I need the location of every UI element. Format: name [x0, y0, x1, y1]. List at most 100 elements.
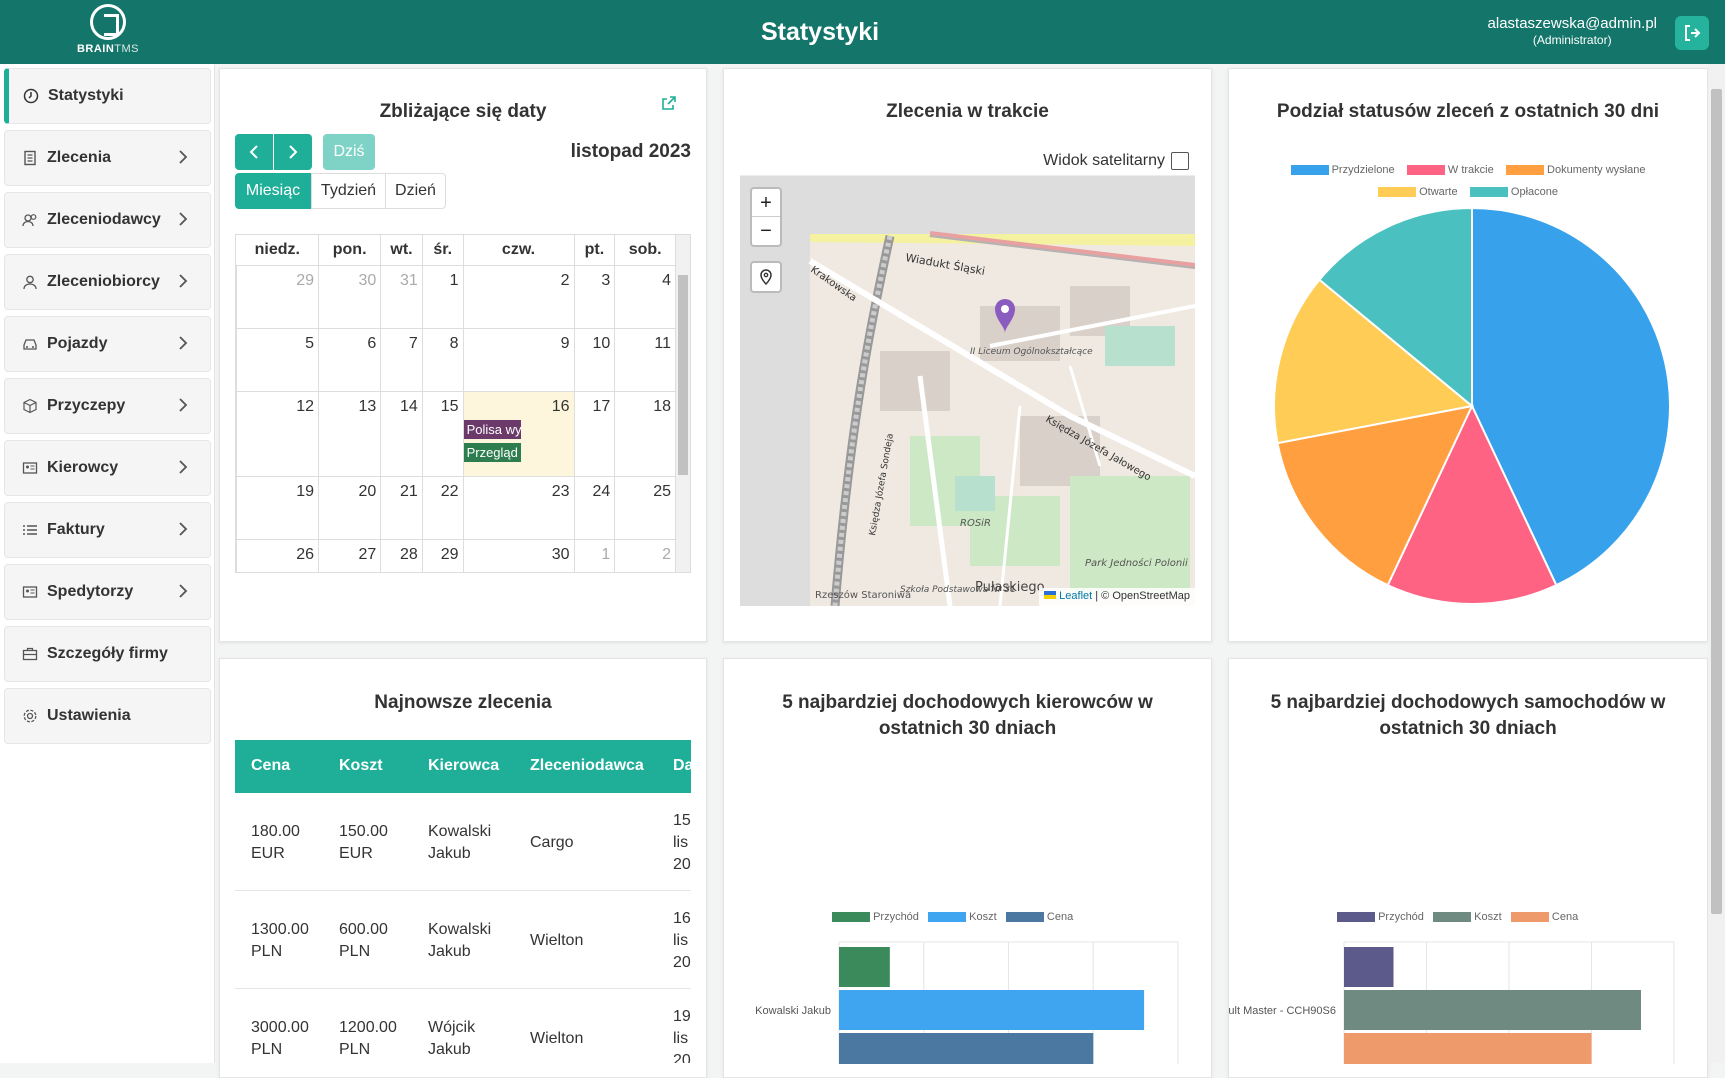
day-cell[interactable]: 28	[380, 538, 423, 572]
zoom-in-button[interactable]: +	[752, 189, 780, 217]
day-cell[interactable]: 14	[380, 390, 423, 477]
sidebar-item-szczegoly-firmy[interactable]: Szczegóły firmy	[4, 626, 211, 682]
day-cell[interactable]: 18	[614, 390, 676, 477]
prev-month-button[interactable]	[235, 134, 273, 170]
sidebar-item-pojazdy[interactable]: Pojazdy	[4, 316, 211, 372]
day-cell[interactable]: 2	[614, 538, 676, 572]
legend-item[interactable]: Dokumenty wysłane	[1505, 164, 1645, 176]
day-cell[interactable]: 25	[614, 475, 676, 540]
day-cell[interactable]: 9	[462, 327, 575, 392]
column-header[interactable]: Kierowca	[428, 757, 499, 775]
legend-item[interactable]: Przychód	[832, 911, 919, 923]
drivers-bar-chart[interactable]: Kowalski Jakub	[724, 934, 1213, 1064]
map-view[interactable]: Wiadukt Śląski Krakowska II Liceum Ogóln…	[740, 176, 1195, 606]
bar[interactable]	[1344, 990, 1641, 1030]
cars-bar-chart[interactable]: Renault Master - CCH90S6	[1229, 934, 1709, 1064]
legend-item[interactable]: Przychód	[1337, 911, 1424, 923]
sidebar-item-zleceniodawcy[interactable]: Zleceniodawcy	[4, 192, 211, 248]
map-attribution: Leaflet | © OpenStreetMap	[1039, 588, 1195, 606]
calendar-event[interactable]: Polisa wygasa	[463, 419, 521, 439]
satellite-checkbox[interactable]	[1171, 152, 1189, 170]
weekday-header: czw.	[463, 235, 575, 265]
satellite-label: Widok satelitarny	[1043, 152, 1165, 169]
sidebar-item-kierowcy[interactable]: Kierowcy	[4, 440, 211, 496]
day-cell[interactable]: 13	[318, 390, 382, 477]
day-cell[interactable]: 5	[236, 327, 320, 392]
sidebar-item-zleceniobiorcy[interactable]: Zleceniobiorcy	[4, 254, 211, 310]
column-header[interactable]: Zleceniodawca	[530, 757, 644, 775]
column-header[interactable]: Da	[673, 757, 691, 775]
leaflet-link[interactable]: Leaflet	[1059, 590, 1092, 602]
day-cell-today[interactable]: 16 Polisa wygasa Przegląd	[462, 390, 575, 477]
legend-item[interactable]: Otwarte	[1378, 186, 1458, 198]
external-link-icon[interactable]	[661, 95, 677, 111]
day-cell[interactable]: 30	[462, 538, 575, 572]
status-pie-chart[interactable]	[1272, 206, 1672, 606]
sidebar-item-ustawienia[interactable]: Ustawienia	[4, 688, 211, 744]
day-cell[interactable]: 8	[421, 327, 464, 392]
sidebar-item-przyczepy[interactable]: Przyczepy	[4, 378, 211, 434]
legend-item[interactable]: Przydzielone	[1290, 164, 1395, 176]
day-cell[interactable]: 1	[421, 264, 464, 329]
view-week-button[interactable]: Tydzień	[311, 173, 386, 209]
table-row[interactable]: 180.00 EUR 150.00 EUR Kowalski Jakub Cargo …	[235, 793, 691, 891]
map-tiles[interactable]: Wiadukt Śląski Krakowska II Liceum Ogóln…	[740, 176, 1195, 606]
logout-button[interactable]	[1675, 16, 1709, 50]
bar[interactable]	[839, 1033, 1094, 1064]
day-cell[interactable]: 4	[614, 264, 676, 329]
zoom-out-button[interactable]: −	[752, 217, 780, 245]
day-cell[interactable]: 23	[462, 475, 575, 540]
day-cell[interactable]: 21	[380, 475, 423, 540]
legend-item[interactable]: Opłacone	[1469, 186, 1558, 198]
sidebar-item-statystyki[interactable]: Statystyki	[4, 68, 211, 124]
legend-item[interactable]: W trakcie	[1406, 164, 1494, 176]
view-day-button[interactable]: Dzień	[385, 173, 446, 209]
day-cell[interactable]: 10	[573, 327, 616, 392]
day-cell[interactable]: 12	[236, 390, 320, 477]
bar[interactable]	[839, 990, 1145, 1030]
sidebar-item-faktury[interactable]: Faktury	[4, 502, 211, 558]
day-cell[interactable]: 6	[318, 327, 382, 392]
bar[interactable]	[839, 947, 890, 987]
today-button[interactable]: Dziś	[323, 134, 375, 170]
sidebar-item-label: Pojazdy	[47, 335, 108, 352]
legend-item[interactable]: Cena	[1510, 911, 1578, 923]
day-cell[interactable]: 19	[236, 475, 320, 540]
top-bar: BRAINTMS Statystyki alastaszewska@admin.…	[0, 0, 1725, 64]
day-cell[interactable]: 22	[421, 475, 464, 540]
day-cell[interactable]: 1	[573, 538, 616, 572]
day-cell[interactable]: 27	[318, 538, 382, 572]
calendar-event[interactable]: Przegląd	[463, 442, 521, 462]
locate-button[interactable]	[750, 261, 782, 293]
day-cell[interactable]: 3	[573, 264, 616, 329]
day-cell[interactable]: 2	[462, 264, 575, 329]
osm-attribution[interactable]: | © OpenStreetMap	[1095, 590, 1190, 602]
bar[interactable]	[1344, 1033, 1592, 1064]
calendar-scrollbar[interactable]	[676, 235, 690, 572]
legend-item[interactable]: Koszt	[928, 911, 997, 923]
legend-item[interactable]: Cena	[1005, 911, 1073, 923]
day-cell[interactable]: 24	[573, 475, 616, 540]
day-cell[interactable]: 15	[421, 390, 464, 477]
sidebar-item-spedytorzy[interactable]: Spedytorzy	[4, 564, 211, 620]
day-cell[interactable]: 20	[318, 475, 382, 540]
day-cell[interactable]: 17	[573, 390, 616, 477]
table-row[interactable]: 1300.00 PLN 600.00 PLN Kowalski Jakub Wielt…	[235, 891, 691, 989]
day-cell[interactable]: 30	[318, 264, 382, 329]
column-header[interactable]: Koszt	[339, 757, 383, 775]
day-cell[interactable]: 7	[380, 327, 423, 392]
day-cell[interactable]: 29	[236, 264, 320, 329]
day-cell[interactable]: 11	[614, 327, 676, 392]
table-row[interactable]: 3000.00 PLN 1200.00 PLN Wójcik Jakub Wielto…	[235, 989, 691, 1063]
legend-item[interactable]: Koszt	[1433, 911, 1502, 923]
column-header[interactable]: Cena	[251, 757, 290, 775]
day-cell[interactable]: 31	[380, 264, 423, 329]
day-cell[interactable]: 29	[421, 538, 464, 572]
sidebar-item-zlecenia[interactable]: Zlecenia	[4, 130, 211, 186]
view-month-button[interactable]: Miesiąc	[235, 173, 311, 209]
next-month-button[interactable]	[274, 134, 312, 170]
day-cell[interactable]: 26	[236, 538, 320, 572]
page-scrollbar[interactable]	[1708, 64, 1725, 1063]
bar[interactable]	[1344, 947, 1394, 987]
scrollbar-thumb[interactable]	[1711, 89, 1722, 914]
